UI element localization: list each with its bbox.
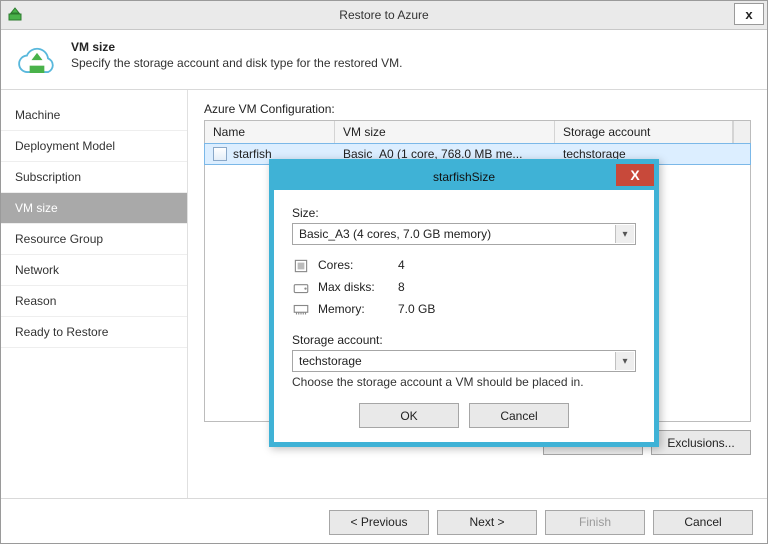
window-title: Restore to Azure (339, 8, 428, 22)
page-subtitle: Specify the storage account and disk typ… (71, 56, 403, 70)
page-title: VM size (71, 40, 403, 54)
step-ready-to-restore[interactable]: Ready to Restore (1, 317, 187, 348)
storage-account-label: Storage account: (292, 333, 636, 347)
exclusions-button[interactable]: Exclusions... (651, 430, 751, 455)
storage-account-value: techstorage (299, 354, 362, 368)
cores-value: 4 (398, 258, 405, 272)
memory-value: 7.0 GB (398, 302, 435, 316)
wizard-header: VM size Specify the storage account and … (1, 30, 767, 90)
wizard-footer: < Previous Next > Finish Cancel (1, 498, 767, 545)
cpu-icon (292, 257, 310, 273)
dialog-cancel-button[interactable]: Cancel (469, 403, 569, 428)
ok-button[interactable]: OK (359, 403, 459, 428)
config-label: Azure VM Configuration: (204, 102, 751, 116)
step-resource-group[interactable]: Resource Group (1, 224, 187, 255)
next-button[interactable]: Next > (437, 510, 537, 535)
restore-icon (7, 6, 23, 22)
step-deployment-model[interactable]: Deployment Model (1, 131, 187, 162)
restore-to-azure-wizard: Restore to Azure x VM size Specify the s… (0, 0, 768, 544)
max-disks-value: 8 (398, 280, 405, 294)
size-label: Size: (292, 206, 636, 220)
chevron-down-icon: ▾ (615, 225, 634, 243)
cores-label: Cores: (318, 258, 398, 272)
step-network[interactable]: Network (1, 255, 187, 286)
window-close-button[interactable]: x (734, 3, 764, 25)
cell-name-text: starfish (233, 147, 272, 161)
memory-label: Memory: (318, 302, 398, 316)
step-reason[interactable]: Reason (1, 286, 187, 317)
chevron-down-icon: ▾ (615, 352, 634, 370)
cloud-upload-icon (15, 40, 59, 84)
previous-button[interactable]: < Previous (329, 510, 429, 535)
dialog-titlebar: starfishSize X (274, 164, 654, 190)
memory-icon (292, 301, 310, 317)
step-machine[interactable]: Machine (1, 100, 187, 131)
size-select-value: Basic_A3 (4 cores, 7.0 GB memory) (299, 227, 491, 241)
max-disks-label: Max disks: (318, 280, 398, 294)
storage-account-select[interactable]: techstorage ▾ (292, 350, 636, 372)
disk-icon (292, 279, 310, 295)
vm-size-dialog: starfishSize X Size: Basic_A3 (4 cores, … (269, 159, 659, 447)
vm-icon (213, 147, 227, 161)
grid-scrollbar-head (733, 121, 750, 143)
storage-account-hint: Choose the storage account a VM should b… (292, 375, 636, 389)
step-vm-size[interactable]: VM size (1, 193, 187, 224)
dialog-title: starfishSize (433, 170, 495, 184)
wizard-steps-sidebar: Machine Deployment Model Subscription VM… (1, 90, 188, 498)
vm-specs: Cores: 4 Max disks: 8 Memory: 7.0 GB (292, 257, 636, 317)
finish-button: Finish (545, 510, 645, 535)
column-storage-account[interactable]: Storage account (555, 121, 733, 143)
size-select[interactable]: Basic_A3 (4 cores, 7.0 GB memory) ▾ (292, 223, 636, 245)
titlebar: Restore to Azure x (1, 1, 767, 30)
column-vm-size[interactable]: VM size (335, 121, 555, 143)
dialog-close-button[interactable]: X (616, 164, 654, 186)
column-name[interactable]: Name (205, 121, 335, 143)
step-subscription[interactable]: Subscription (1, 162, 187, 193)
cancel-button[interactable]: Cancel (653, 510, 753, 535)
grid-header: Name VM size Storage account (205, 121, 750, 144)
